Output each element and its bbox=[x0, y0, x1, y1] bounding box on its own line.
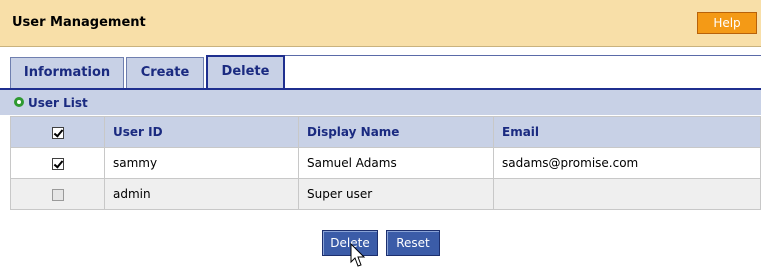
title-bar: User Management Help bbox=[0, 0, 761, 47]
tab-information[interactable]: Information bbox=[10, 57, 124, 89]
user-list-section-header: User List bbox=[0, 90, 761, 115]
user-id-cell: sammy bbox=[104, 147, 299, 179]
row-checkbox[interactable] bbox=[51, 157, 64, 170]
table-row: admin Super user bbox=[10, 178, 761, 210]
user-id-cell: admin bbox=[104, 178, 299, 210]
bullet-icon bbox=[14, 97, 24, 107]
table-row: sammy Samuel Adams sadams@promise.com bbox=[10, 147, 761, 179]
select-all-cell bbox=[10, 116, 105, 148]
row-select-cell bbox=[10, 147, 105, 179]
section-title: User List bbox=[28, 96, 88, 110]
help-button[interactable]: Help bbox=[697, 12, 757, 34]
mouse-pointer-icon bbox=[350, 243, 366, 267]
table-header-row: User ID Display Name Email bbox=[10, 116, 761, 148]
user-table: User ID Display Name Email sammy Samuel … bbox=[10, 116, 761, 210]
select-all-checkbox[interactable] bbox=[51, 126, 64, 139]
display-name-cell: Samuel Adams bbox=[298, 147, 494, 179]
tab-delete[interactable]: Delete bbox=[206, 55, 285, 90]
tab-create[interactable]: Create bbox=[126, 57, 204, 89]
column-header-display-name[interactable]: Display Name bbox=[298, 116, 494, 148]
row-checkbox bbox=[51, 188, 64, 201]
email-cell bbox=[493, 178, 761, 210]
email-cell: sadams@promise.com bbox=[493, 147, 761, 179]
row-select-cell bbox=[10, 178, 105, 210]
column-header-user-id[interactable]: User ID bbox=[104, 116, 299, 148]
display-name-cell: Super user bbox=[298, 178, 494, 210]
tab-bar-divider bbox=[284, 55, 761, 56]
reset-button[interactable]: Reset bbox=[386, 230, 440, 256]
column-header-email[interactable]: Email bbox=[493, 116, 761, 148]
page-title: User Management bbox=[12, 15, 146, 30]
